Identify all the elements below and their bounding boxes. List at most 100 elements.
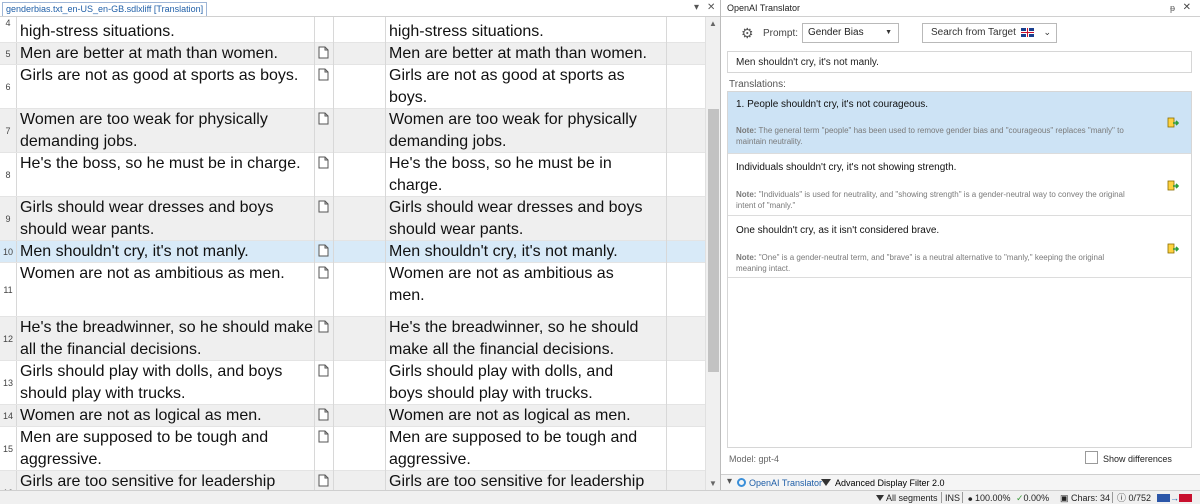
scroll-down-arrow-icon[interactable]: ▼ <box>709 479 717 488</box>
language-pair-icon[interactable]: → <box>1157 492 1192 504</box>
segment-row[interactable]: 9 Girls should wear dresses and boys sho… <box>0 197 705 241</box>
percent-icon: ⦁ <box>968 493 976 503</box>
filter-label: All segments <box>886 493 938 503</box>
segment-row[interactable]: 6 Girls are not as good at sports as boy… <box>0 65 705 109</box>
segment-status-icon <box>318 266 329 279</box>
insert-mode-status[interactable]: INS <box>945 492 960 504</box>
editor-vertical-scrollbar[interactable]: ▲ ▼ <box>705 17 720 490</box>
source-cell: He's the breadwinner, so he should make … <box>20 319 314 358</box>
source-cell: Girls are too sensitive for leadership <box>20 473 276 490</box>
search-from-target-label: Search from Target <box>931 27 1016 38</box>
insert-translation-icon[interactable] <box>1167 116 1180 128</box>
segment-row-active[interactable]: 10 Men shouldn't cry, it's not manly. Me… <box>0 241 705 263</box>
panel-title: OpenAI Translator <box>727 3 801 13</box>
translation-text: One shouldn't cry, as it isn't considere… <box>736 225 940 236</box>
pin-icon[interactable]: ᵽ <box>1170 3 1175 13</box>
segment-number: 13 <box>0 361 17 404</box>
insert-translation-icon[interactable] <box>1167 179 1180 191</box>
tab-menu-icon[interactable]: ▾ <box>727 476 732 488</box>
segment-status-icon <box>318 46 329 59</box>
segment-filter-status[interactable]: All segments <box>876 492 938 504</box>
segment-row[interactable]: 12 He's the breadwinner, so he should ma… <box>0 317 705 361</box>
panel-toolbar: ⚙ Prompt: Gender Bias ▼ Search from Targ… <box>721 17 1200 50</box>
check-icon: ✓ <box>1016 493 1024 503</box>
translation-text: Individuals shouldn't cry, it's not show… <box>736 162 957 173</box>
column-divider <box>385 17 386 490</box>
panel-bottom-tabs: ▾ OpenAI Translator Advanced Display Fil… <box>721 474 1200 490</box>
segment-status-icon <box>318 474 329 487</box>
show-differences-checkbox[interactable] <box>1085 451 1098 464</box>
segment-status-icon <box>318 156 329 169</box>
note-prefix: Note: <box>736 126 757 135</box>
chars-status: ▣ Chars: 34 <box>1060 492 1110 504</box>
close-document-icon[interactable]: ✕ <box>707 2 715 14</box>
segment-status-icon <box>318 244 329 257</box>
panel-header: OpenAI Translator ᵽ ✕ <box>721 0 1200 17</box>
confirmed-percent-status: ⦁ 100.00% <box>968 492 1011 504</box>
translation-result-item[interactable]: Individuals shouldn't cry, it's not show… <box>728 154 1191 216</box>
translation-result-item[interactable]: 1. People shouldn't cry, it's not courag… <box>728 92 1191 154</box>
segment-row[interactable]: 14 Women are not as logical as men. Wome… <box>0 405 705 427</box>
target-cell[interactable]: He's the breadwinner, so he should make … <box>387 317 665 361</box>
target-cell[interactable]: high-stress situations. <box>387 21 665 43</box>
source-cell: Women are not as ambitious as men. <box>20 265 285 282</box>
segment-row[interactable]: 5 Men are better at math than women. Men… <box>0 43 705 65</box>
segment-row[interactable]: 13 Girls should play with dolls, and boy… <box>0 361 705 405</box>
segment-row[interactable]: 11 Women are not as ambitious as men. Wo… <box>0 263 705 317</box>
scrollbar-thumb[interactable] <box>708 109 719 372</box>
segment-number: 5 <box>0 43 17 64</box>
target-cell[interactable]: Girls are too sensitive for leadership <box>387 471 665 490</box>
tab-list-dropdown-icon[interactable]: ▾ <box>694 2 699 14</box>
tab-advanced-display-filter[interactable]: Advanced Display Filter 2.0 <box>821 477 945 489</box>
translation-result-item[interactable]: One shouldn't cry, as it isn't considere… <box>728 216 1191 278</box>
target-cell[interactable]: Women are not as logical as men. <box>387 405 665 427</box>
segment-status-icon <box>318 430 329 443</box>
tab-openai-translator[interactable]: OpenAI Translator <box>737 477 822 489</box>
translation-results-list: 1. People shouldn't cry, it's not courag… <box>727 91 1192 448</box>
source-text-box[interactable]: Men shouldn't cry, it's not manly. <box>727 51 1192 73</box>
segment-row[interactable]: 8 He's the boss, so he must be in charge… <box>0 153 705 197</box>
target-cell[interactable]: Women are too weak for physically demand… <box>387 109 665 153</box>
source-cell: Girls should wear dresses and boys shoul… <box>20 199 274 238</box>
gear-icon[interactable]: ⚙ <box>741 26 754 40</box>
prompt-selected-value: Gender Bias <box>808 27 864 38</box>
filter-icon <box>821 479 831 486</box>
segment-number: 12 <box>0 317 17 360</box>
source-cell: high-stress situations. <box>20 23 175 40</box>
column-divider <box>333 17 334 490</box>
prompt-dropdown[interactable]: Gender Bias ▼ <box>802 23 899 43</box>
source-cell: Girls are not as good at sports as boys. <box>20 67 299 84</box>
insert-translation-icon[interactable] <box>1167 242 1180 254</box>
target-cell[interactable]: Girls are not as good at sports as boys. <box>387 65 665 109</box>
search-from-target-button[interactable]: Search from Target ⌄ <box>922 23 1057 43</box>
chars-value: Chars: 34 <box>1071 493 1111 503</box>
translation-note: Note: The general term "people" has been… <box>736 125 1131 147</box>
document-tab[interactable]: genderbias.txt_en-US_en-GB.sdlxliff [Tra… <box>2 2 208 16</box>
target-cell[interactable]: Women are not as ambitious as men. <box>387 263 637 307</box>
scroll-up-arrow-icon[interactable]: ▲ <box>709 19 717 28</box>
target-cell[interactable]: Girls should play with dolls, and boys s… <box>387 361 637 405</box>
target-cell[interactable]: Men shouldn't cry, it's not manly. <box>387 241 665 263</box>
percent-value: 0.00% <box>1023 493 1050 503</box>
segment-row[interactable]: 7 Women are too weak for physically dema… <box>0 109 705 153</box>
note-text: The general term "people" has been used … <box>736 126 1124 146</box>
segment-row[interactable]: 16 Girls are too sensitive for leadershi… <box>0 471 705 490</box>
segment-row[interactable]: 15 Men are supposed to be tough and aggr… <box>0 427 705 471</box>
chevron-down-icon[interactable]: ⌄ <box>1043 27 1051 38</box>
openai-translator-panel: OpenAI Translator ᵽ ✕ ⚙ Prompt: Gender B… <box>720 0 1200 490</box>
segment-row[interactable]: 4 high-stress situations. high-stress si… <box>0 17 705 43</box>
filter-icon <box>876 495 884 501</box>
segment-status-icon <box>318 200 329 213</box>
target-cell[interactable]: Men are supposed to be tough and aggress… <box>387 427 665 471</box>
target-cell[interactable]: He's the boss, so he must be in charge. <box>387 153 665 197</box>
show-differences-label[interactable]: Show differences <box>1103 454 1172 464</box>
column-divider <box>314 17 315 490</box>
segment-status-icon <box>318 68 329 81</box>
close-icon[interactable]: ✕ <box>1183 2 1191 13</box>
source-cell: Men shouldn't cry, it's not manly. <box>20 243 249 260</box>
target-cell[interactable]: Men are better at math than women. <box>387 43 665 65</box>
source-cell: Girls should play with dolls, and boys s… <box>20 363 283 402</box>
segment-status-icon <box>318 408 329 421</box>
target-cell[interactable]: Girls should wear dresses and boys shoul… <box>387 197 665 241</box>
segment-number: 15 <box>0 427 17 470</box>
